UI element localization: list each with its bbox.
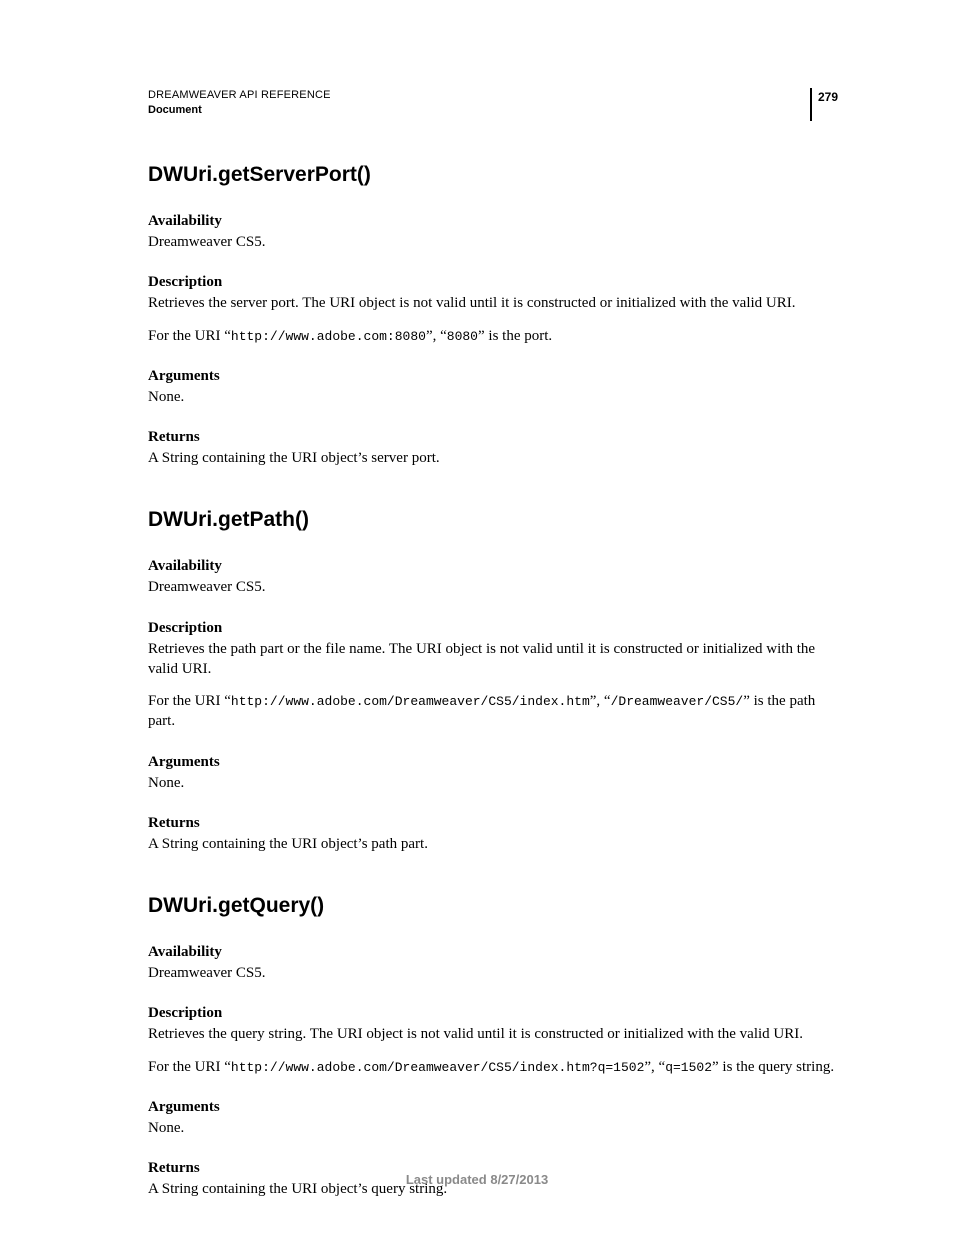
arguments-value: None.	[148, 387, 846, 407]
description-text: Retrieves the path part or the file name…	[148, 639, 846, 680]
arguments-label: Arguments	[148, 754, 846, 771]
arguments-block: Arguments None.	[148, 368, 846, 407]
function-heading: DWUri.getQuery()	[148, 894, 846, 918]
description-example: For the URI “http://www.adobe.com:8080”,…	[148, 326, 846, 346]
text: For the URI “	[148, 328, 231, 344]
description-text: Retrieves the query string. The URI obje…	[148, 1024, 846, 1044]
availability-value: Dreamweaver CS5.	[148, 577, 846, 597]
code-uri: http://www.adobe.com/Dreamweaver/CS5/ind…	[231, 694, 590, 709]
description-block: Description Retrieves the path part or t…	[148, 620, 846, 732]
arguments-block: Arguments None.	[148, 1099, 846, 1138]
returns-label: Returns	[148, 429, 846, 446]
availability-block: Availability Dreamweaver CS5.	[148, 944, 846, 983]
returns-label: Returns	[148, 815, 846, 832]
availability-value: Dreamweaver CS5.	[148, 963, 846, 983]
description-block: Description Retrieves the server port. T…	[148, 274, 846, 346]
returns-value: A String containing the URI object’s pat…	[148, 834, 846, 854]
function-heading: DWUri.getPath()	[148, 508, 846, 532]
availability-label: Availability	[148, 213, 846, 230]
arguments-value: None.	[148, 773, 846, 793]
code-uri: http://www.adobe.com:8080	[231, 329, 426, 344]
description-example: For the URI “http://www.adobe.com/Dreamw…	[148, 691, 846, 732]
text: ”, “	[426, 328, 447, 344]
availability-label: Availability	[148, 944, 846, 961]
description-label: Description	[148, 1005, 846, 1022]
description-text: Retrieves the server port. The URI objec…	[148, 293, 846, 313]
description-label: Description	[148, 274, 846, 291]
description-example: For the URI “http://www.adobe.com/Dreamw…	[148, 1057, 846, 1077]
description-block: Description Retrieves the query string. …	[148, 1005, 846, 1077]
code-value: /Dreamweaver/CS5/	[611, 694, 744, 709]
arguments-label: Arguments	[148, 368, 846, 385]
availability-label: Availability	[148, 558, 846, 575]
returns-block: Returns A String containing the URI obje…	[148, 815, 846, 854]
arguments-block: Arguments None.	[148, 754, 846, 793]
returns-block: Returns A String containing the URI obje…	[148, 429, 846, 468]
text: For the URI “	[148, 1059, 231, 1075]
code-uri: http://www.adobe.com/Dreamweaver/CS5/ind…	[231, 1060, 644, 1075]
text: ” is the port.	[478, 328, 552, 344]
availability-value: Dreamweaver CS5.	[148, 232, 846, 252]
running-head: DREAMWEAVER API REFERENCE Document 279	[148, 88, 846, 121]
doc-section: Document	[148, 103, 331, 118]
code-value: 8080	[447, 329, 478, 344]
returns-value: A String containing the URI object’s ser…	[148, 448, 846, 468]
description-label: Description	[148, 620, 846, 637]
arguments-label: Arguments	[148, 1099, 846, 1116]
arguments-value: None.	[148, 1118, 846, 1138]
code-value: q=1502	[665, 1060, 712, 1075]
availability-block: Availability Dreamweaver CS5.	[148, 213, 846, 252]
running-head-left: DREAMWEAVER API REFERENCE Document	[148, 88, 331, 118]
text: For the URI “	[148, 693, 231, 709]
page-number: 279	[810, 88, 846, 121]
text: ”, “	[590, 693, 611, 709]
text: ” is the query string.	[712, 1059, 834, 1075]
footer-last-updated: Last updated 8/27/2013	[0, 1172, 954, 1187]
function-heading: DWUri.getServerPort()	[148, 163, 846, 187]
doc-title: DREAMWEAVER API REFERENCE	[148, 88, 331, 103]
text: ”, “	[644, 1059, 665, 1075]
availability-block: Availability Dreamweaver CS5.	[148, 558, 846, 597]
page: DREAMWEAVER API REFERENCE Document 279 D…	[0, 0, 954, 1235]
